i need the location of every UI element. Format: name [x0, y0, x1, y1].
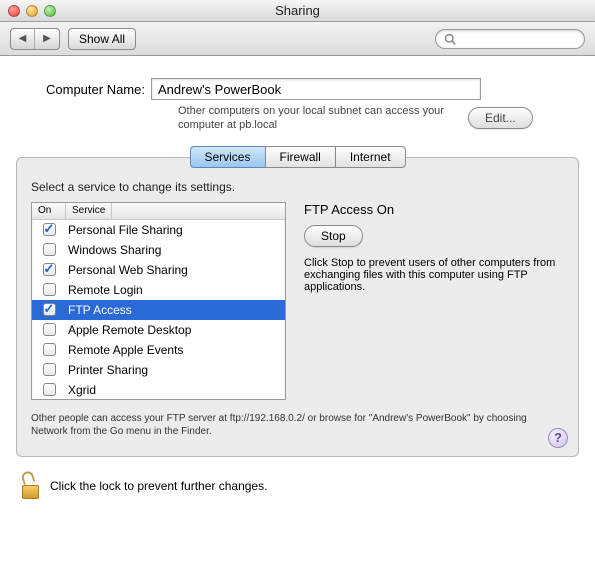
- panel-footer-note: Other people can access your FTP server …: [31, 412, 564, 439]
- detail-description: Click Stop to prevent users of other com…: [304, 257, 564, 293]
- edit-button[interactable]: Edit...: [468, 107, 533, 129]
- lock-icon[interactable]: [20, 473, 42, 499]
- column-on[interactable]: On: [32, 203, 66, 219]
- computer-name-input[interactable]: [151, 78, 481, 100]
- panel-instruction: Select a service to change its settings.: [31, 180, 564, 194]
- service-row[interactable]: Remote Apple Events: [32, 340, 285, 360]
- show-all-button[interactable]: Show All: [68, 28, 136, 50]
- toolbar: ◀ ▶ Show All: [0, 22, 595, 56]
- column-service[interactable]: Service: [66, 203, 112, 219]
- service-checkbox[interactable]: [43, 263, 56, 276]
- service-row[interactable]: Personal File Sharing: [32, 220, 285, 240]
- service-name: Xgrid: [66, 383, 96, 397]
- service-checkbox[interactable]: [43, 383, 56, 396]
- search-field[interactable]: [435, 29, 585, 49]
- lock-row: Click the lock to prevent further change…: [20, 473, 575, 499]
- nav-buttons: ◀ ▶: [10, 28, 60, 50]
- service-detail: FTP Access On Stop Click Stop to prevent…: [304, 202, 564, 400]
- service-row[interactable]: Printer Sharing: [32, 360, 285, 380]
- service-name: Printer Sharing: [66, 363, 148, 377]
- tab-firewall[interactable]: Firewall: [264, 146, 335, 168]
- service-name: FTP Access: [66, 303, 132, 317]
- service-row[interactable]: Personal Web Sharing: [32, 260, 285, 280]
- service-name: Apple Remote Desktop: [66, 323, 191, 337]
- tab-bar: Services Firewall Internet: [189, 146, 405, 168]
- service-checkbox[interactable]: [43, 303, 56, 316]
- service-checkbox[interactable]: [43, 243, 56, 256]
- help-button[interactable]: ?: [548, 428, 568, 448]
- service-checkbox[interactable]: [43, 283, 56, 296]
- service-name: Personal File Sharing: [66, 223, 183, 237]
- service-name: Remote Login: [66, 283, 143, 297]
- window-title: Sharing: [0, 3, 595, 18]
- services-list[interactable]: On Service Personal File Sharing Windows …: [31, 202, 286, 400]
- service-checkbox[interactable]: [43, 223, 56, 236]
- service-row[interactable]: Apple Remote Desktop: [32, 320, 285, 340]
- lock-text: Click the lock to prevent further change…: [50, 479, 267, 493]
- service-row[interactable]: Remote Login: [32, 280, 285, 300]
- search-icon: [444, 33, 456, 45]
- service-row[interactable]: FTP Access: [32, 300, 285, 320]
- service-row[interactable]: Xgrid: [32, 380, 285, 400]
- service-checkbox[interactable]: [43, 343, 56, 356]
- titlebar: Sharing: [0, 0, 595, 22]
- tab-internet[interactable]: Internet: [335, 146, 406, 168]
- computer-name-label: Computer Name:: [46, 82, 145, 97]
- services-panel: Select a service to change its settings.…: [16, 157, 579, 457]
- service-name: Windows Sharing: [66, 243, 161, 257]
- forward-button[interactable]: ▶: [35, 29, 59, 49]
- service-checkbox[interactable]: [43, 363, 56, 376]
- tab-services[interactable]: Services: [189, 146, 265, 168]
- back-button[interactable]: ◀: [11, 29, 35, 49]
- stop-button[interactable]: Stop: [304, 225, 363, 247]
- service-name: Personal Web Sharing: [66, 263, 188, 277]
- service-checkbox[interactable]: [43, 323, 56, 336]
- computer-name-row: Computer Name:: [46, 78, 579, 100]
- service-row[interactable]: Windows Sharing: [32, 240, 285, 260]
- detail-title: FTP Access On: [304, 202, 564, 217]
- service-name: Remote Apple Events: [66, 343, 183, 357]
- computer-name-subtext: Other computers on your local subnet can…: [178, 104, 458, 133]
- list-header: On Service: [32, 203, 285, 220]
